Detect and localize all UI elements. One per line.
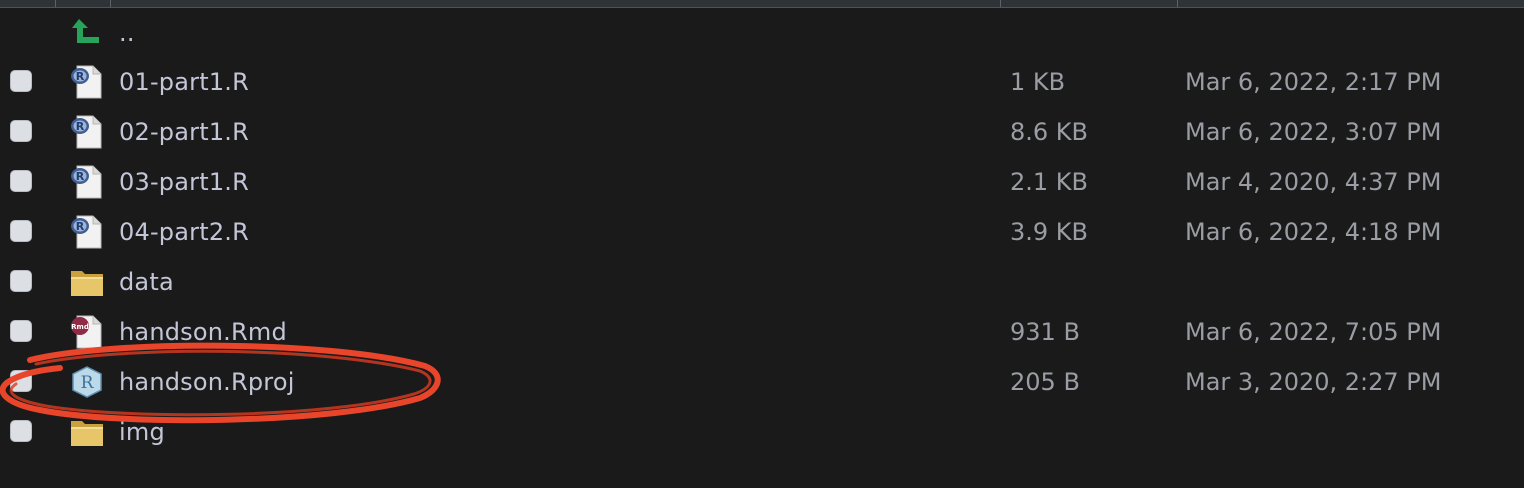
row-checkbox[interactable] xyxy=(10,70,32,92)
r-script-icon[interactable]: R xyxy=(69,164,105,200)
svg-text:R: R xyxy=(81,373,95,393)
file-name-link[interactable]: data xyxy=(119,268,174,296)
file-name-link[interactable]: img xyxy=(119,418,165,446)
column-divider[interactable] xyxy=(110,0,111,7)
file-size: 8.6 KB xyxy=(1010,118,1088,146)
file-name-link[interactable]: handson.Rmd xyxy=(119,318,287,346)
folder-icon[interactable] xyxy=(69,414,105,450)
svg-text:Rmd: Rmd xyxy=(71,323,89,331)
file-name-link[interactable]: handson.Rproj xyxy=(119,368,295,396)
file-modified: Mar 6, 2022, 3:07 PM xyxy=(1185,118,1442,146)
column-divider[interactable] xyxy=(1177,0,1178,7)
svg-text:R: R xyxy=(76,70,85,83)
file-modified: Mar 3, 2020, 2:27 PM xyxy=(1185,368,1442,396)
file-name-link[interactable]: 03-part1.R xyxy=(119,168,249,196)
file-name-link[interactable]: 02-part1.R xyxy=(119,118,249,146)
file-size: 3.9 KB xyxy=(1010,218,1088,246)
svg-text:R: R xyxy=(76,220,85,233)
row-checkbox[interactable] xyxy=(10,420,32,442)
file-row[interactable]: R 04-part2.R 3.9 KB Mar 6, 2022, 4:18 PM xyxy=(0,207,1524,257)
file-row-parent[interactable]: .. xyxy=(0,8,1524,58)
r-script-icon[interactable]: R xyxy=(69,214,105,250)
row-checkbox[interactable] xyxy=(10,320,32,342)
rproj-file-icon[interactable]: R xyxy=(69,364,105,400)
file-modified: Mar 6, 2022, 7:05 PM xyxy=(1185,318,1442,346)
row-checkbox[interactable] xyxy=(10,270,32,292)
r-script-icon[interactable]: R xyxy=(69,114,105,150)
file-size: 1 KB xyxy=(1010,68,1066,96)
column-divider[interactable] xyxy=(55,0,56,7)
row-checkbox[interactable] xyxy=(10,370,32,392)
file-row[interactable]: R 03-part1.R 2.1 KB Mar 4, 2020, 4:37 PM xyxy=(0,157,1524,207)
column-header[interactable] xyxy=(0,0,1524,8)
row-checkbox[interactable] xyxy=(10,170,32,192)
file-row[interactable]: img xyxy=(0,407,1524,457)
folder-icon[interactable] xyxy=(69,264,105,300)
file-row[interactable]: R 02-part1.R 8.6 KB Mar 6, 2022, 3:07 PM xyxy=(0,107,1524,157)
file-row[interactable]: Rmd handson.Rmd 931 B Mar 6, 2022, 7:05 … xyxy=(0,307,1524,357)
files-pane: .. R 01-part1.R 1 KB Mar 6, 2022, 2:17 P… xyxy=(0,0,1524,488)
svg-text:R: R xyxy=(76,120,85,133)
file-size: 931 B xyxy=(1010,318,1080,346)
file-size: 2.1 KB xyxy=(1010,168,1088,196)
file-row[interactable]: R handson.Rproj 205 B Mar 3, 2020, 2:27 … xyxy=(0,357,1524,407)
file-modified: Mar 6, 2022, 4:18 PM xyxy=(1185,218,1442,246)
file-modified: Mar 4, 2020, 4:37 PM xyxy=(1185,168,1442,196)
file-name-link[interactable]: .. xyxy=(119,19,135,47)
file-modified: Mar 6, 2022, 2:17 PM xyxy=(1185,68,1442,96)
r-script-icon[interactable]: R xyxy=(69,64,105,100)
svg-text:R: R xyxy=(76,170,85,183)
column-divider[interactable] xyxy=(1000,0,1001,7)
row-checkbox[interactable] xyxy=(10,220,32,242)
row-checkbox[interactable] xyxy=(10,120,32,142)
file-row[interactable]: data xyxy=(0,257,1524,307)
parent-folder-icon[interactable] xyxy=(69,15,105,51)
file-row[interactable]: R 01-part1.R 1 KB Mar 6, 2022, 2:17 PM xyxy=(0,57,1524,107)
file-name-link[interactable]: 01-part1.R xyxy=(119,68,249,96)
file-size: 205 B xyxy=(1010,368,1080,396)
rmd-file-icon[interactable]: Rmd xyxy=(69,314,105,350)
file-name-link[interactable]: 04-part2.R xyxy=(119,218,249,246)
